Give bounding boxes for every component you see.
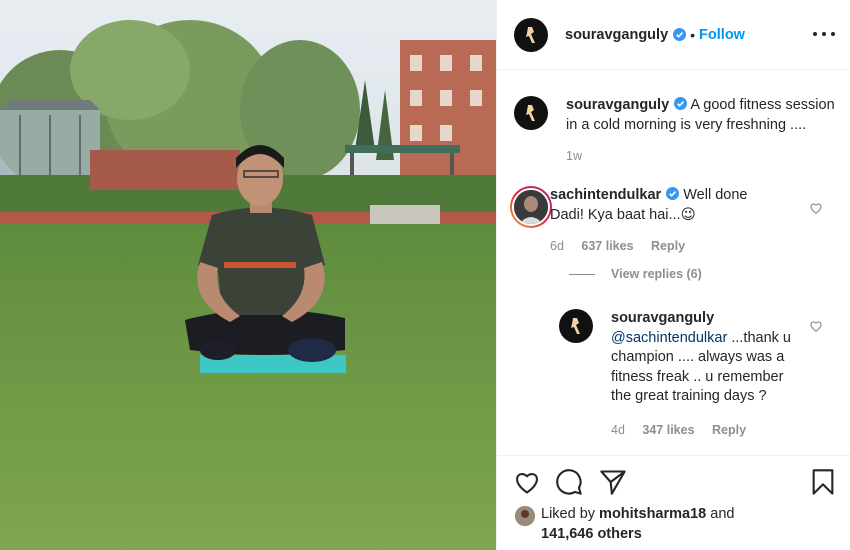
share-icon[interactable] bbox=[599, 468, 627, 496]
post-photo-image bbox=[0, 0, 496, 550]
view-replies-button[interactable]: View replies (6) bbox=[569, 267, 702, 281]
verified-badge-icon bbox=[673, 28, 687, 41]
instagram-post: souravganguly • Follow souravganguly A g… bbox=[0, 0, 850, 550]
comment-meta: 6d 637 likes Reply bbox=[550, 239, 785, 253]
caption-username[interactable]: souravganguly bbox=[566, 97, 669, 113]
bookmark-icon[interactable] bbox=[811, 468, 835, 496]
author-username[interactable]: souravganguly bbox=[565, 27, 668, 43]
liked-by-user[interactable]: mohitsharma18 bbox=[599, 506, 706, 522]
reply-comment: souravganguly @sachintendulkar ...thank … bbox=[559, 309, 796, 437]
reply-text: souravganguly @sachintendulkar ...thank … bbox=[611, 309, 796, 407]
avatar-photo bbox=[514, 190, 548, 224]
liked-by-and: and bbox=[710, 506, 735, 522]
wink-emoji-icon: 😉 bbox=[680, 206, 696, 223]
liked-by-others[interactable]: 141,646 others bbox=[541, 526, 642, 542]
post-panel: souravganguly • Follow souravganguly A g… bbox=[496, 0, 850, 550]
post-header: souravganguly • Follow bbox=[497, 0, 850, 70]
view-replies-line bbox=[569, 273, 595, 275]
likes-summary: Liked by mohitsharma18 and 141,646 other… bbox=[515, 504, 751, 544]
caption-text: souravganguly A good fitness session in … bbox=[566, 96, 836, 135]
reply-likes[interactable]: 347 likes bbox=[642, 423, 694, 437]
reply-meta: 4d 347 likes Reply bbox=[611, 423, 796, 437]
reply-time[interactable]: 4d bbox=[611, 423, 625, 437]
reply-username[interactable]: souravganguly bbox=[611, 310, 714, 326]
caption-meta: 1w bbox=[566, 149, 836, 163]
comment-icon[interactable] bbox=[555, 468, 583, 496]
avatar-logo-icon bbox=[571, 318, 580, 334]
liker-avatar[interactable] bbox=[515, 506, 535, 526]
separator-dot: • bbox=[690, 26, 696, 43]
verified-badge-icon bbox=[666, 187, 680, 200]
avatar-logo-icon bbox=[526, 26, 535, 43]
liked-by-prefix: Liked by bbox=[541, 506, 596, 522]
view-replies-label: View replies (6) bbox=[611, 267, 702, 281]
reply-like-heart-icon[interactable] bbox=[809, 319, 823, 333]
author-avatar[interactable] bbox=[514, 17, 548, 52]
comment-like-heart-icon[interactable] bbox=[809, 201, 823, 215]
follow-button[interactable]: Follow bbox=[699, 27, 745, 43]
commenter-avatar[interactable] bbox=[510, 186, 552, 228]
heart-icon[interactable] bbox=[513, 468, 541, 496]
more-options-icon[interactable] bbox=[813, 24, 835, 44]
avatar-logo-icon bbox=[526, 105, 535, 121]
reply-avatar[interactable] bbox=[559, 309, 593, 343]
liker-avatar-photo bbox=[515, 506, 535, 526]
caption-avatar[interactable] bbox=[514, 96, 548, 130]
reply-button[interactable]: Reply bbox=[651, 239, 685, 253]
post-actions: Liked by mohitsharma18 and 141,646 other… bbox=[497, 455, 850, 550]
reply-mention[interactable]: @sachintendulkar bbox=[611, 330, 727, 346]
post-photo[interactable] bbox=[0, 0, 496, 550]
comment-time[interactable]: 6d bbox=[550, 239, 564, 253]
comment: sachintendulkar Well done Dadi! Kya baat… bbox=[510, 186, 785, 253]
caption-time[interactable]: 1w bbox=[566, 149, 582, 163]
commenter-username[interactable]: sachintendulkar bbox=[550, 187, 661, 203]
caption: souravganguly A good fitness session in … bbox=[514, 96, 836, 163]
verified-badge-icon bbox=[674, 97, 688, 110]
comment-likes[interactable]: 637 likes bbox=[581, 239, 633, 253]
reply-reply-button[interactable]: Reply bbox=[712, 423, 746, 437]
comments-list[interactable]: souravganguly A good fitness session in … bbox=[497, 71, 850, 455]
comment-text: sachintendulkar Well done Dadi! Kya baat… bbox=[550, 186, 785, 225]
